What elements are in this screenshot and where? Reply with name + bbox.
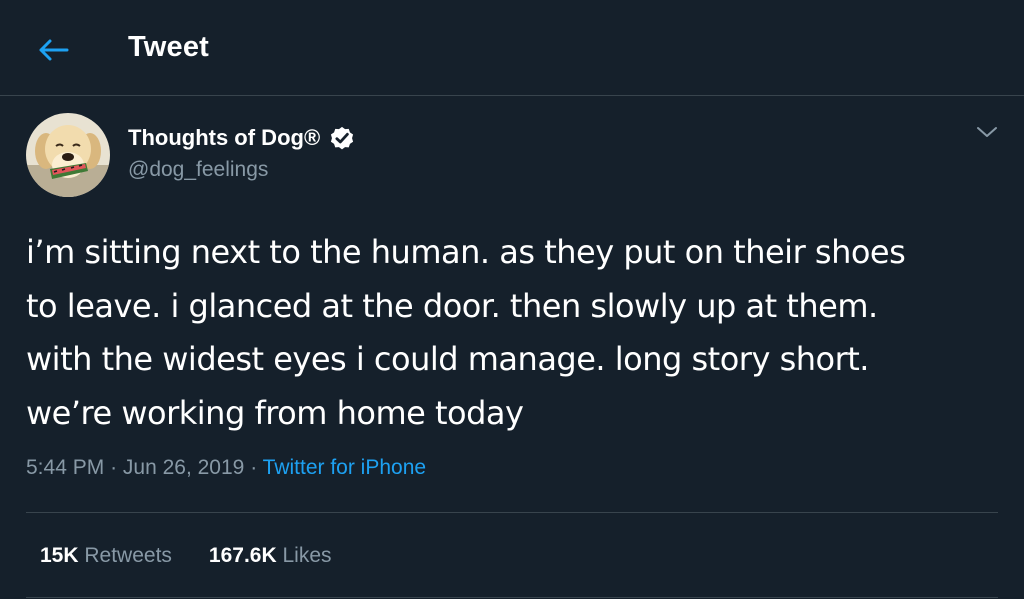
retweets-label: Retweets (84, 544, 172, 567)
chevron-down-icon (977, 127, 997, 137)
tweet-page: Tweet Thoughts of Dog® @dog_feelings i’m… (0, 0, 1024, 599)
arrow-left-icon (39, 39, 69, 61)
back-button[interactable] (34, 32, 74, 68)
tweet-text-line: i’m sitting next to the human. as they p… (26, 233, 906, 271)
author-name-row: Thoughts of Dog® (128, 121, 356, 155)
divider (26, 597, 998, 598)
likes-label: Likes (282, 544, 332, 567)
author-handle[interactable]: @dog_feelings (128, 158, 268, 182)
verified-badge-icon (331, 126, 354, 150)
meta-separator: · (250, 456, 258, 479)
author-name[interactable]: Thoughts of Dog® (128, 125, 320, 151)
tweet-meta: 5:44 PM · Jun 26, 2019 · Twitter for iPh… (26, 456, 426, 480)
dog-avatar-image (26, 113, 110, 197)
likes-count: 167.6K (208, 544, 277, 567)
tweet-source-link[interactable]: Twitter for iPhone (263, 456, 426, 479)
likes-stat[interactable]: 167.6K Likes (209, 544, 332, 568)
retweets-count: 15K (40, 544, 79, 567)
meta-separator: · (110, 456, 118, 479)
engagement-stats: 15K Retweets 167.6K Likes (40, 544, 332, 568)
tweet-text: i’m sitting next to the human. as they p… (26, 226, 1016, 440)
tweet-date[interactable]: Jun 26, 2019 (123, 456, 244, 479)
tweet-text-line: to leave. i glanced at the door. then sl… (26, 286, 878, 325)
tweet-text-line: we’re working from home today (26, 393, 524, 432)
header-bar: Tweet (0, 0, 1024, 96)
more-options-button[interactable] (972, 119, 1002, 145)
avatar[interactable] (26, 113, 110, 197)
tweet-time[interactable]: 5:44 PM (26, 456, 104, 479)
tweet-text-line: with the widest eyes i could manage. lon… (26, 340, 869, 378)
retweets-stat[interactable]: 15K Retweets (40, 544, 172, 568)
page-title: Tweet (128, 31, 210, 63)
divider (26, 512, 998, 513)
